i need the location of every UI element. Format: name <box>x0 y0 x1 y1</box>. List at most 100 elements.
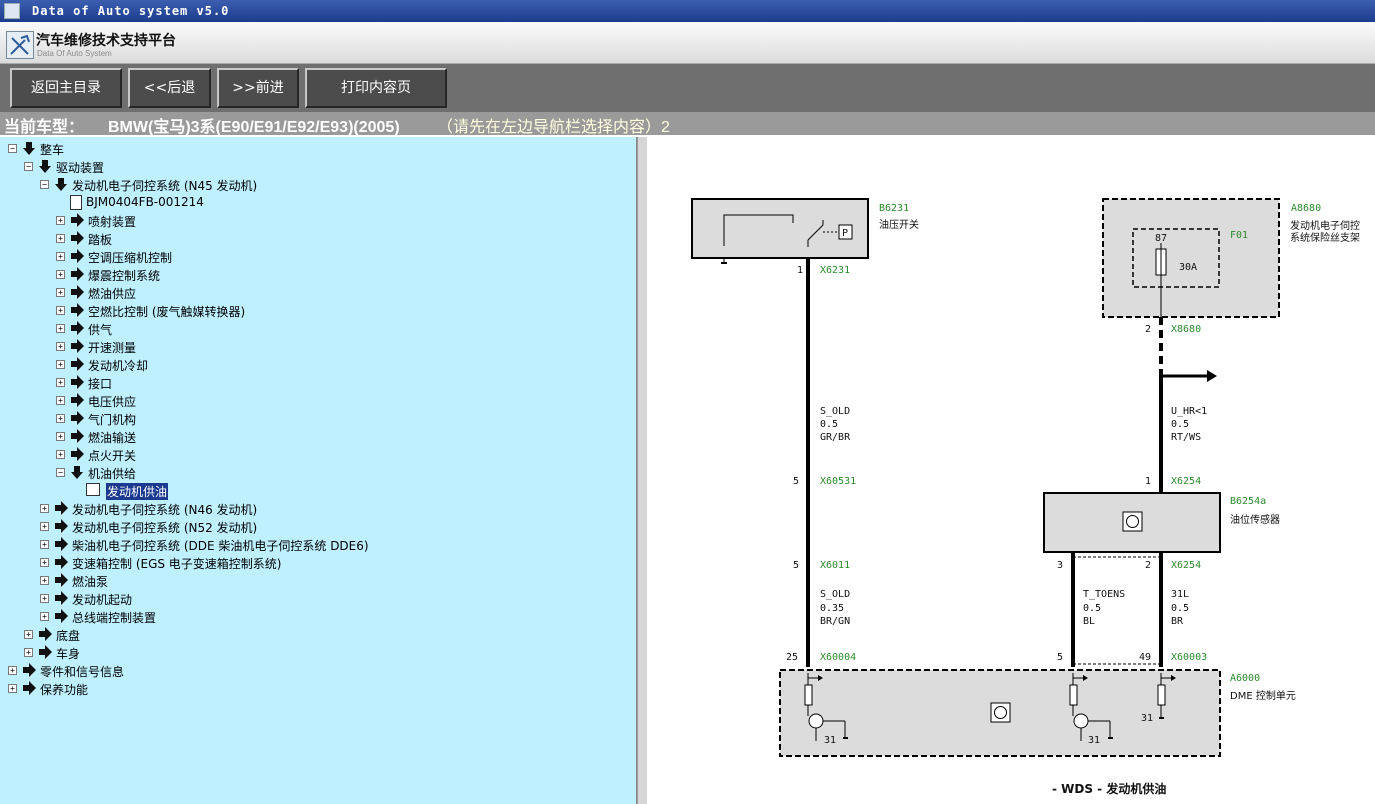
b6231-code: B6231 <box>879 203 909 214</box>
car-label: 当前车型： <box>4 119 85 135</box>
svg-text:5: 5 <box>793 560 799 571</box>
b6231-name: 油压开关 <box>879 218 919 231</box>
svg-text:X6231: X6231 <box>820 265 850 276</box>
arrow-right-icon <box>71 375 84 389</box>
svg-text:0.5: 0.5 <box>820 419 838 430</box>
svg-text:5: 5 <box>793 476 799 487</box>
svg-text:X6254: X6254 <box>1171 476 1201 487</box>
home-button[interactable]: 返回主目录 <box>10 68 122 108</box>
tree-expander-icon[interactable]: − <box>8 144 17 153</box>
tree-item-label: 发动机冷却 <box>88 359 149 373</box>
tree-expander-icon[interactable]: + <box>40 504 49 513</box>
tree-expander-icon[interactable]: + <box>56 360 65 369</box>
arrow-right-icon <box>71 429 84 443</box>
arrow-right-icon <box>55 573 68 587</box>
tree-expander-icon[interactable]: + <box>56 342 65 351</box>
tree-expander-icon[interactable]: + <box>40 612 49 621</box>
arrow-right-icon <box>71 447 84 461</box>
tree-expander-icon[interactable]: + <box>56 216 65 225</box>
tree-item-label: 开速测量 <box>88 341 137 355</box>
tree-expander-icon[interactable]: + <box>8 666 17 675</box>
tree-expander-icon[interactable]: + <box>56 234 65 243</box>
tree-expander-icon[interactable]: + <box>56 432 65 441</box>
sensor-icon <box>1122 511 1143 532</box>
tree-expander-icon[interactable]: − <box>24 162 33 171</box>
tree-item-label: 接口 <box>88 377 113 391</box>
tree-item-label: 发动机电子伺控系统 (N52 发动机) <box>72 521 258 535</box>
tree-expander-icon[interactable]: + <box>56 378 65 387</box>
svg-text:3: 3 <box>1057 560 1063 571</box>
arrow-right-icon <box>71 357 84 371</box>
arrow-right-icon <box>71 231 84 245</box>
arrow-right-icon <box>71 285 84 299</box>
arrow-right-icon <box>39 645 52 659</box>
svg-text:31: 31 <box>824 735 836 746</box>
tree-item-label: 燃油输送 <box>88 431 137 445</box>
svg-text:X60004: X60004 <box>820 652 856 663</box>
tree-expander-icon[interactable]: + <box>56 270 65 279</box>
svg-text:X6011: X6011 <box>820 560 850 571</box>
arrow-right-icon <box>39 627 52 641</box>
tree-item-label: 保养功能 <box>40 683 89 697</box>
app-icon <box>4 3 20 19</box>
svg-text:25: 25 <box>786 652 798 663</box>
tree-expander-icon[interactable]: + <box>56 306 65 315</box>
svg-text:X8680: X8680 <box>1171 324 1201 335</box>
svg-text:2: 2 <box>1145 560 1151 571</box>
tree-item-label: 发动机电子伺控系统 (N45 发动机) <box>72 179 258 193</box>
tree-expander-icon[interactable]: + <box>40 540 49 549</box>
arrow-right-icon <box>23 681 36 695</box>
tree-expander-icon[interactable]: − <box>40 180 49 189</box>
arrow-right-icon <box>55 609 68 623</box>
arrow-down-icon <box>71 466 83 479</box>
svg-text:5: 5 <box>1057 652 1063 663</box>
tree-item-label: 总线端控制装置 <box>72 611 157 625</box>
tree-expander-icon[interactable]: + <box>40 558 49 567</box>
forward-button[interactable]: >>前进 <box>217 68 299 108</box>
tree-expander-icon[interactable]: + <box>56 324 65 333</box>
arrow-right-icon <box>1207 370 1217 382</box>
tree-expander-icon[interactable]: + <box>56 450 65 459</box>
tree-item-label: 爆震控制系统 <box>88 269 161 283</box>
svg-text:49: 49 <box>1139 652 1151 663</box>
tree-expander-icon[interactable]: + <box>40 594 49 603</box>
toolbar: 返回主目录 <<后退 >>前进 打印内容页 <box>0 64 1375 112</box>
a8680-box <box>1102 198 1280 318</box>
tree-item-label: 变速箱控制 (EGS 电子变速箱控制系统) <box>72 557 282 571</box>
tree-expander-icon[interactable]: + <box>56 252 65 261</box>
wrench-logo-icon <box>6 31 34 59</box>
b6254-name: 油位传感器 <box>1230 513 1280 526</box>
navigation-tree[interactable]: − 整车 − 驱动装置 − 发动机电子伺控系统 (N45 发动机) BJM0404FB-00… <box>0 137 637 804</box>
tree-expander-icon[interactable]: + <box>24 630 33 639</box>
wiring-diagram: P B6231 油压开关 A8680 发动机电子伺控 系统保险丝支架 F01 8… <box>691 198 1360 796</box>
tree-expander-icon[interactable]: + <box>40 522 49 531</box>
svg-text:1: 1 <box>797 265 803 276</box>
svg-text:1: 1 <box>1145 476 1151 487</box>
tree-item-label: 机油供给 <box>88 467 137 481</box>
tree-item-label: 空调压缩机控制 <box>88 251 173 265</box>
tree-expander-icon[interactable]: + <box>56 396 65 405</box>
arrow-right-icon <box>55 555 68 569</box>
tree-expander-icon[interactable]: − <box>56 468 65 477</box>
tree-item-label: 气门机构 <box>88 413 137 427</box>
tree-item-label: BJM0404FB-001214 <box>86 195 204 209</box>
fuse-rating: 30A <box>1179 262 1197 273</box>
tree-item-label: 驱动装置 <box>56 161 105 175</box>
a8680-name-2: 系统保险丝支架 <box>1290 231 1360 244</box>
tree-expander-icon[interactable]: + <box>56 414 65 423</box>
tree-item-label: 燃油供应 <box>88 287 137 301</box>
brand-name: 汽车维修技术支持平台 <box>36 33 176 49</box>
tree-expander-icon[interactable]: + <box>40 576 49 585</box>
back-button[interactable]: <<后退 <box>128 68 211 108</box>
diagram-caption: - WDS - 发动机供油 <box>1052 781 1166 796</box>
window-titlebar: Data of Auto system v5.0 <box>0 0 1375 22</box>
tree-item-label: 零件和信号信息 <box>40 665 125 679</box>
tree-expander-icon[interactable]: + <box>8 684 17 693</box>
svg-text:0.5: 0.5 <box>1083 603 1101 614</box>
svg-text:31: 31 <box>1141 713 1153 724</box>
tree-expander-icon[interactable]: + <box>24 648 33 657</box>
tree-item-label: 燃油泵 <box>72 575 109 589</box>
print-button[interactable]: 打印内容页 <box>305 68 447 108</box>
tree-expander-icon[interactable]: + <box>56 288 65 297</box>
svg-text:2: 2 <box>1145 324 1151 335</box>
